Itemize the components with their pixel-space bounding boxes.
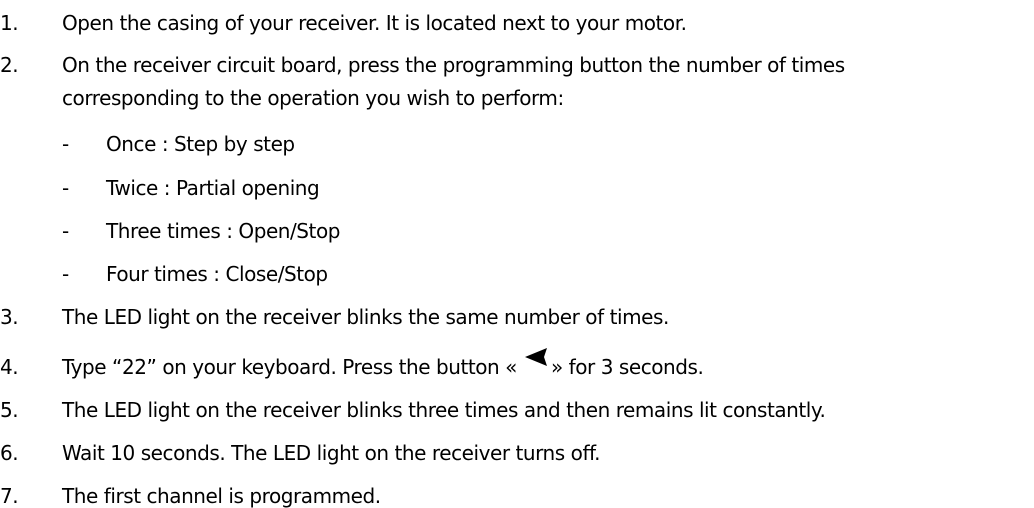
step-text: Open the casing of your receiver. It is … — [62, 11, 687, 35]
step-number: 3. — [0, 305, 19, 329]
suboption-three-times: - Three times : Open/Stop — [0, 219, 1034, 243]
suboption-text: Once : Step by step — [106, 132, 295, 156]
step-text: On the receiver circuit board, press the… — [62, 53, 845, 77]
step-text: Wait 10 seconds. The LED light on the re… — [62, 441, 601, 465]
step-number: 4. — [0, 355, 19, 379]
step-number: 5. — [0, 398, 19, 422]
step-2: 2. On the receiver circuit board, press … — [0, 53, 1034, 77]
step-number: 2. — [0, 53, 19, 77]
step-text: The first channel is programmed. — [62, 484, 381, 508]
suboption-once: - Once : Step by step — [0, 132, 1034, 156]
suboption-twice: - Twice : Partial opening — [0, 176, 1034, 200]
step-1: 1. Open the casing of your receiver. It … — [0, 11, 1034, 35]
suboption-text: Twice : Partial opening — [106, 176, 320, 200]
step-text-before-icon: Type “22” on your keyboard. Press the bu… — [62, 355, 517, 379]
bullet-dash: - — [62, 132, 69, 156]
step-text-after-icon: » for 3 seconds. — [550, 355, 704, 379]
instructions-document: 1. Open the casing of your receiver. It … — [0, 0, 1034, 508]
step-6: 6. Wait 10 seconds. The LED light on the… — [0, 441, 1034, 465]
step-4: 4. Type “22” on your keyboard. Press the… — [0, 348, 1034, 379]
step-7: 7. The first channel is programmed. — [0, 484, 1034, 508]
step-number: 6. — [0, 441, 19, 465]
step-text: Type “22” on your keyboard. Press the bu… — [62, 348, 704, 379]
step-5: 5. The LED light on the receiver blinks … — [0, 398, 1034, 422]
bullet-dash: - — [62, 219, 69, 243]
step-number: 7. — [0, 484, 19, 508]
bullet-dash: - — [62, 262, 69, 286]
step-3: 3. The LED light on the receiver blinks … — [0, 305, 1034, 329]
suboption-four-times: - Four times : Close/Stop — [0, 262, 1034, 286]
step-text-continued: corresponding to the operation you wish … — [62, 86, 564, 110]
suboption-text: Four times : Close/Stop — [106, 262, 328, 286]
suboption-text: Three times : Open/Stop — [106, 219, 340, 243]
step-text: The LED light on the receiver blinks thr… — [62, 398, 826, 422]
step-2-continuation: corresponding to the operation you wish … — [0, 86, 1034, 110]
step-number: 1. — [0, 11, 19, 35]
bullet-dash: - — [62, 176, 69, 200]
back-arrow-icon — [517, 348, 551, 379]
step-text: The LED light on the receiver blinks the… — [62, 305, 669, 329]
